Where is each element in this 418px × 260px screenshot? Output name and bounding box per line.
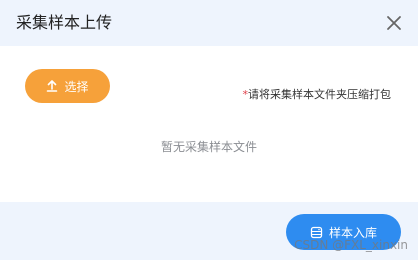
hint-text: 请将采集样本文件夹压缩打包 — [248, 88, 391, 101]
database-icon — [310, 226, 323, 239]
upload-dialog: 采集样本上传 选择 *请将采集样本文件夹压缩打包 暂无采集样本文件 样本入库 C… — [0, 0, 418, 260]
select-button[interactable]: 选择 — [25, 69, 110, 103]
dialog-header: 采集样本上传 — [0, 0, 418, 46]
select-button-label: 选择 — [64, 79, 89, 94]
upload-icon — [46, 80, 58, 92]
watermark: CSDN @FXL_xinxin — [294, 238, 408, 252]
upload-hint: *请将采集样本文件夹压缩打包 — [243, 86, 392, 102]
empty-state-text: 暂无采集样本文件 — [160, 140, 257, 154]
dialog-body: 选择 *请将采集样本文件夹压缩打包 暂无采集样本文件 — [0, 46, 418, 202]
dialog-title: 采集样本上传 — [16, 13, 113, 32]
close-icon[interactable] — [386, 15, 402, 31]
